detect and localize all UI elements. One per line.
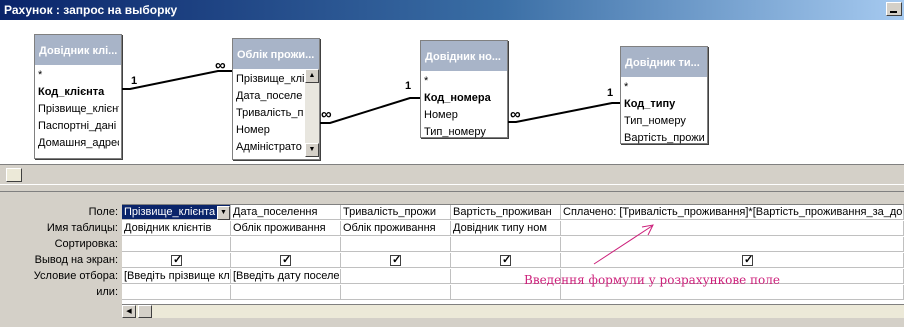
grid-cell-criteria[interactable]: [341, 269, 451, 284]
relation-one-marker: 1: [405, 80, 412, 92]
grid-cell-field-calculated[interactable]: Сплачено: [Тривалість_проживання]*[Варті…: [561, 205, 904, 220]
relation-many-marker: ∞: [510, 106, 521, 123]
relation-one-marker: 1: [607, 87, 614, 99]
row-label-show: Вывод на экран:: [34, 254, 118, 266]
scroll-left-icon[interactable]: ◀: [122, 305, 136, 318]
grid-cell-or[interactable]: [341, 285, 451, 300]
relationship-line-2: [320, 97, 420, 124]
grid-cell-criteria[interactable]: [Введіть дату поселення]: [231, 269, 341, 284]
checkmark-icon: ✓: [173, 254, 183, 266]
grid-cell-field[interactable]: Прізвище_клієнта: [122, 205, 231, 220]
annotation-text: Введення формули у розрахункове поле: [524, 273, 781, 287]
grid-cell-table[interactable]: Облік проживання: [341, 221, 451, 236]
grid-cell-field[interactable]: Вартість_проживан: [451, 205, 561, 220]
show-checkbox[interactable]: ✓: [390, 254, 402, 266]
relationship-lines: [122, 70, 620, 124]
checkmark-icon: ✓: [282, 254, 292, 266]
show-checkbox[interactable]: ✓: [742, 254, 754, 266]
checkmark-icon: ✓: [392, 254, 402, 266]
grid-cell-criteria[interactable]: [Введіть прізвище клієнта]: [122, 269, 231, 284]
show-checkbox[interactable]: ✓: [171, 254, 183, 266]
relationship-line-3: [508, 102, 620, 123]
upper-pane-scrollbar[interactable]: [0, 164, 904, 184]
grid-cell-or[interactable]: [231, 285, 341, 300]
grid-cell-table[interactable]: Довідник клієнтів: [122, 221, 231, 236]
grid-cell-table[interactable]: Облік проживання: [231, 221, 341, 236]
grid-cell-or[interactable]: [561, 285, 904, 300]
pane-splitter[interactable]: [0, 184, 904, 192]
row-label-criteria: Условие отбора:: [33, 270, 118, 282]
grid-cell-or[interactable]: [122, 285, 231, 300]
query-tables-pane: Довідник клі... * Код_клієнта Прізвище_к…: [0, 20, 904, 164]
minimize-button[interactable]: [886, 2, 902, 16]
show-checkbox[interactable]: ✓: [500, 254, 512, 266]
relation-one-marker: 1: [131, 75, 138, 87]
scroll-thumb[interactable]: [6, 168, 22, 182]
window-title: Рахунок : запрос на выборку: [4, 3, 178, 17]
row-label-table: Имя таблицы:: [46, 222, 118, 234]
query-design-grid-pane: Поле: Имя таблицы: Сортировка: Вывод на …: [0, 192, 904, 327]
grid-cell-field[interactable]: Дата_поселення: [231, 205, 341, 220]
grid-cell-sort[interactable]: [451, 237, 561, 252]
annotation-arrow: [593, 224, 654, 265]
grid-cell-sort[interactable]: [231, 237, 341, 252]
relation-many-marker: ∞: [321, 106, 332, 123]
row-label-or: или:: [96, 286, 118, 298]
minimize-icon: [890, 11, 897, 13]
row-label-field: Поле:: [88, 206, 118, 218]
dropdown-arrow-icon[interactable]: ▼: [217, 206, 230, 220]
grid-horizontal-scrollbar[interactable]: ◀: [122, 304, 904, 318]
grid-cell-sort[interactable]: [341, 237, 451, 252]
row-label-sort: Сортировка:: [54, 238, 118, 250]
checkmark-icon: ✓: [744, 254, 754, 266]
show-checkbox[interactable]: ✓: [280, 254, 292, 266]
design-grid: Прізвище_клієнта ▼ Дата_поселення Тривал…: [122, 204, 904, 317]
window-titlebar: Рахунок : запрос на выборку: [0, 0, 904, 20]
relation-many-marker: ∞: [215, 57, 226, 74]
grid-cell-field[interactable]: Тривалість_прожи: [341, 205, 451, 220]
checkmark-icon: ✓: [502, 254, 512, 266]
grid-cell-table[interactable]: Довідник типу ном: [451, 221, 561, 236]
grid-cell-or[interactable]: [451, 285, 561, 300]
grid-cell-sort[interactable]: [122, 237, 231, 252]
scroll-thumb[interactable]: [138, 305, 152, 318]
